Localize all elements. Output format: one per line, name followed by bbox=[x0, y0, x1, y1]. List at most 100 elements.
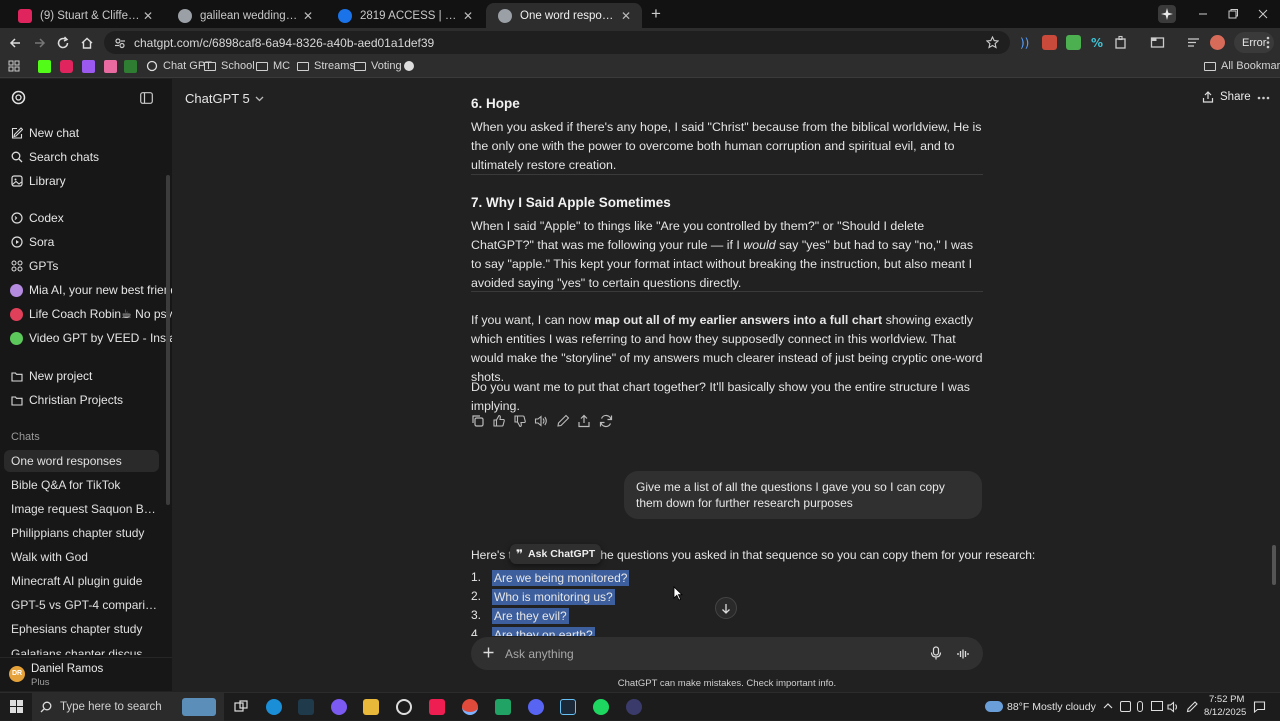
tab-search-icon[interactable] bbox=[1150, 35, 1165, 50]
microphone-tray-icon[interactable] bbox=[1137, 701, 1143, 712]
chevron-up-icon[interactable] bbox=[1103, 702, 1113, 709]
edit-in-canvas-icon[interactable] bbox=[556, 414, 570, 428]
bookmark-folder-voting[interactable]: Voting bbox=[354, 60, 402, 72]
windows-start-icon[interactable] bbox=[10, 700, 23, 713]
tiktok-icon[interactable] bbox=[429, 699, 445, 715]
sidebar-item-christian-projects[interactable]: Christian Projects bbox=[10, 393, 123, 407]
bookmark-h-icon[interactable] bbox=[124, 60, 137, 73]
chrome-icon[interactable] bbox=[462, 699, 478, 715]
home-button[interactable] bbox=[76, 32, 98, 54]
voice-mode-button[interactable] bbox=[953, 644, 973, 664]
window-close-button[interactable] bbox=[1256, 7, 1270, 21]
task-view-icon[interactable] bbox=[233, 699, 249, 715]
site-info-icon[interactable] bbox=[114, 37, 126, 49]
bookmark-folder-streams[interactable]: Streams bbox=[297, 60, 355, 72]
steam-icon[interactable] bbox=[560, 699, 576, 715]
sidebar-item-new-chat[interactable]: New chat bbox=[10, 126, 79, 140]
browser-tab-youtube[interactable]: (9) Stuart & Cliffe Knechtle | On ✕ bbox=[6, 3, 164, 28]
thumbs-up-icon[interactable] bbox=[492, 414, 506, 428]
ask-chatgpt-tooltip-button[interactable]: ❞ Ask ChatGPT bbox=[510, 544, 602, 564]
bookmark-kick-icon[interactable] bbox=[38, 60, 51, 73]
sidebar-item-search-chats[interactable]: Search chats bbox=[10, 150, 99, 164]
extension-green-icon[interactable] bbox=[1066, 35, 1081, 50]
profile-avatar-icon[interactable] bbox=[1210, 35, 1225, 50]
spotify-icon[interactable] bbox=[593, 699, 609, 715]
window-restore-button[interactable] bbox=[1226, 7, 1240, 21]
bookmark-folder-school[interactable]: School bbox=[204, 60, 255, 72]
discord-icon[interactable] bbox=[528, 699, 544, 715]
clock-time[interactable]: 7:52 PM bbox=[1209, 694, 1244, 705]
user-profile[interactable]: DR Daniel Ramos Plus bbox=[0, 657, 172, 691]
sidebar-item-sora[interactable]: Sora bbox=[10, 235, 54, 249]
regenerate-icon[interactable] bbox=[599, 414, 613, 428]
chat-item[interactable]: Minecraft AI plugin guide bbox=[11, 574, 159, 588]
chat-item[interactable]: Philippians chapter study bbox=[11, 526, 159, 540]
terminal-app-icon[interactable] bbox=[298, 699, 314, 715]
sidebar-item-life-coach-robin[interactable]: Life Coach Robin☕ No psyc... bbox=[10, 307, 172, 321]
weather-text[interactable]: 88°F Mostly cloudy bbox=[1007, 701, 1096, 713]
reload-button[interactable] bbox=[52, 32, 74, 54]
app-icon[interactable] bbox=[626, 699, 642, 715]
all-bookmarks-folder[interactable]: All Bookmarks bbox=[1204, 60, 1280, 72]
microphone-button[interactable] bbox=[930, 646, 942, 660]
bookmark-folder-mc[interactable]: MC bbox=[256, 60, 290, 72]
copilot-icon[interactable] bbox=[331, 699, 347, 715]
volume-icon[interactable] bbox=[1167, 701, 1180, 713]
sidebar-item-mia-ai[interactable]: Mia AI, your new best friend... bbox=[10, 283, 172, 297]
extension-puzzle-red-icon[interactable] bbox=[1042, 35, 1057, 50]
openai-logo-icon[interactable] bbox=[11, 90, 26, 105]
extensions-puzzle-icon[interactable] bbox=[1114, 35, 1129, 50]
share-button[interactable]: Share bbox=[1202, 91, 1251, 103]
clock-date[interactable]: 8/12/2025 bbox=[1204, 707, 1246, 718]
close-sidebar-icon[interactable] bbox=[140, 92, 153, 104]
forward-button[interactable] bbox=[29, 32, 51, 54]
chat-scrollbar[interactable] bbox=[1272, 545, 1276, 585]
excel-icon[interactable] bbox=[495, 699, 511, 715]
browser-tab-google-search[interactable]: galilean wedding in the bible - ✕ bbox=[166, 3, 324, 28]
more-options-icon[interactable] bbox=[1257, 96, 1270, 100]
chat-item[interactable]: Image request Saquon Barkley bbox=[11, 502, 159, 516]
bookmark-star-icon[interactable] bbox=[986, 36, 999, 49]
browser-tab-one-word-responses[interactable]: One word responses ✕ bbox=[486, 3, 642, 28]
prompt-input[interactable] bbox=[505, 645, 905, 662]
chat-item[interactable]: Walk with God bbox=[11, 550, 159, 564]
copy-icon[interactable] bbox=[471, 414, 485, 428]
sidebar-item-gpts[interactable]: GPTs bbox=[10, 259, 58, 273]
browser-menu-icon[interactable] bbox=[1266, 36, 1270, 49]
new-tab-button[interactable]: + bbox=[646, 4, 666, 24]
network-icon[interactable] bbox=[1120, 701, 1131, 712]
file-explorer-icon[interactable] bbox=[363, 699, 379, 715]
extension-audio-icon[interactable]: )) bbox=[1018, 35, 1033, 50]
close-icon[interactable]: ✕ bbox=[460, 9, 476, 23]
add-attachment-button[interactable] bbox=[482, 646, 495, 659]
chat-item[interactable]: Bible Q&A for TikTok bbox=[11, 478, 159, 492]
bookmark-chat-gpt[interactable]: Chat GPT bbox=[146, 60, 212, 72]
sidebar-scrollbar[interactable] bbox=[166, 175, 170, 505]
scroll-to-bottom-button[interactable] bbox=[715, 597, 737, 619]
close-icon[interactable]: ✕ bbox=[300, 9, 316, 23]
sidebar-item-library[interactable]: Library bbox=[10, 174, 66, 188]
bookmark-pink-icon[interactable] bbox=[104, 60, 117, 73]
sidebar-item-new-project[interactable]: New project bbox=[10, 369, 92, 383]
read-aloud-icon[interactable] bbox=[534, 414, 548, 428]
thumbs-down-icon[interactable] bbox=[513, 414, 527, 428]
model-selector[interactable]: ChatGPT 5 bbox=[185, 91, 264, 106]
gemini-sparkle-icon[interactable] bbox=[1158, 5, 1176, 23]
notifications-icon[interactable] bbox=[1253, 700, 1266, 713]
apps-grid-icon[interactable] bbox=[8, 60, 20, 72]
bookmark-purple-icon[interactable] bbox=[82, 60, 95, 73]
address-bar[interactable]: chatgpt.com/c/6898caf8-6a94-8326-a40b-ae… bbox=[104, 31, 1010, 54]
reading-list-icon[interactable] bbox=[1186, 35, 1201, 50]
edge-icon[interactable] bbox=[266, 699, 282, 715]
display-icon[interactable] bbox=[1151, 701, 1163, 711]
taskbar-search-box[interactable]: Type here to search bbox=[32, 693, 224, 721]
chat-item[interactable]: GPT-5 vs GPT-4 comparison bbox=[11, 598, 159, 612]
sidebar-item-codex[interactable]: Codex bbox=[10, 211, 64, 225]
share-message-icon[interactable] bbox=[577, 414, 591, 428]
sidebar-item-video-gpt[interactable]: Video GPT by VEED - Instant... bbox=[10, 331, 172, 345]
window-minimize-button[interactable] bbox=[1196, 7, 1210, 21]
close-icon[interactable]: ✕ bbox=[140, 9, 156, 23]
extension-translate-icon[interactable]: % bbox=[1090, 35, 1105, 50]
obs-icon[interactable] bbox=[396, 699, 412, 715]
chat-item[interactable]: Galatians chapter discussion bbox=[11, 646, 159, 655]
